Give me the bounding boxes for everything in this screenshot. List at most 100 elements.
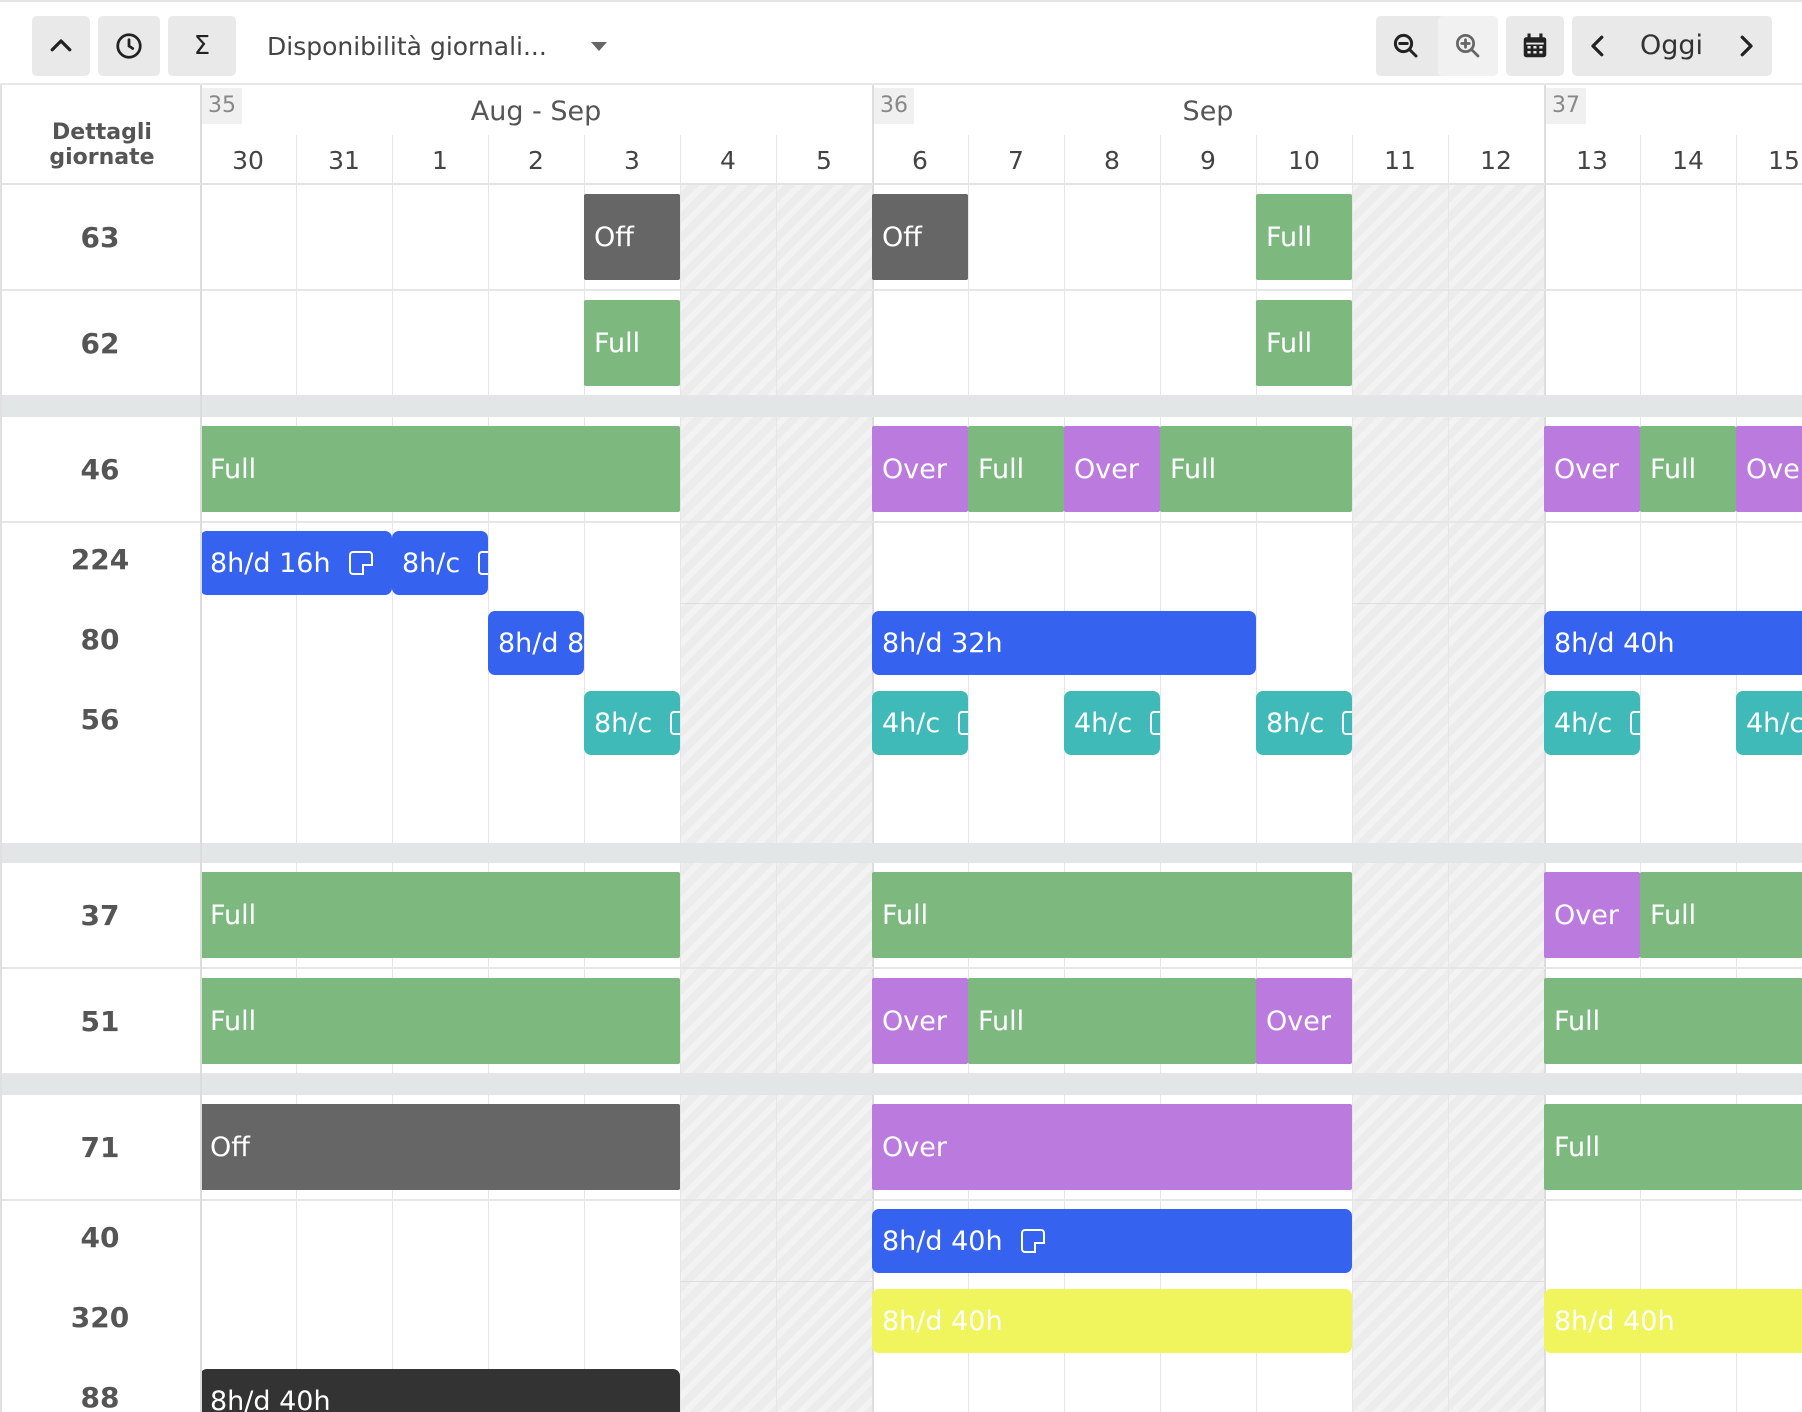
note-icon [1630,711,1640,735]
availability-bar[interactable]: Off [200,1104,680,1190]
toolbar: Σ Disponibilità giornali... Oggi [0,0,1802,85]
day-label: 1 [432,146,448,175]
history-button[interactable] [98,16,160,76]
day-label: 15 [1768,146,1800,175]
bar-label: Full [1650,899,1697,931]
task-bar[interactable]: 8h/c [584,691,680,755]
row-label: 224 [70,543,130,576]
bar-label: Full [1266,327,1313,359]
row-label: 46 [80,453,120,486]
group-separator [0,1075,1802,1095]
day-label: 12 [1480,146,1512,175]
row-label: 62 [80,327,120,360]
availability-bar[interactable]: Full [968,978,1256,1064]
task-bar[interactable]: 4h/c [1544,691,1640,755]
day-label: 7 [1008,146,1024,175]
day-label: 8 [1104,146,1120,175]
task-bar[interactable]: 8h/d 40h [1544,611,1802,675]
bar-label: 4h/c [882,707,941,739]
availability-bar[interactable]: Over [1544,426,1640,512]
availability-bar[interactable]: Over [872,426,968,512]
bar-label: 4h/c [1746,707,1802,739]
zoom-out-button[interactable] [1376,16,1436,76]
day-gridline [488,135,489,1412]
task-bar[interactable]: 8h/d 40h [872,1289,1352,1353]
availability-bar[interactable]: Full [1544,1104,1802,1190]
prev-button[interactable] [1572,16,1624,76]
day-gridline [1640,135,1641,1412]
availability-bar[interactable]: Full [1544,978,1802,1064]
availability-bar[interactable]: Full [584,300,680,386]
bar-label: 4h/c [1554,707,1613,739]
task-bar[interactable]: 8h/d 40h [872,1209,1352,1273]
day-gridline [776,135,777,1412]
day-label: 30 [232,146,264,175]
bar-label: Full [210,453,257,485]
weekend-column [1352,185,1448,1412]
availability-bar[interactable]: Full [200,426,680,512]
bar-label: Full [1170,453,1217,485]
weekend-lane-divider [1352,603,1448,604]
task-bar[interactable]: 8h/c [392,531,488,595]
availability-bar[interactable]: Full [1640,872,1802,958]
bar-label: 8h/d 40h [1554,1305,1675,1337]
note-icon [1150,711,1160,735]
zoom-in-button[interactable] [1438,16,1498,76]
task-bar[interactable]: 8h/d 40h [200,1369,680,1412]
availability-bar[interactable]: Over [872,1104,1352,1190]
availability-bar[interactable]: Off [872,194,968,280]
task-bar[interactable]: 8h/d 32h [872,611,1256,675]
view-select[interactable]: Disponibilità giornali... [255,16,615,76]
today-button[interactable]: Oggi [1640,16,1703,76]
zoom-in-icon [1456,34,1480,58]
bar-label: 8h/c [402,547,461,579]
weekend-lane-divider [680,1281,776,1282]
availability-bar[interactable]: Full [872,872,1352,958]
availability-bar[interactable]: Full [968,426,1064,512]
day-label: 6 [912,146,928,175]
availability-bar[interactable]: Over [1736,426,1802,512]
task-bar[interactable]: 8h/d 40h [1544,1289,1802,1353]
availability-bar[interactable]: Full [1640,426,1736,512]
note-icon [348,551,373,575]
availability-bar[interactable]: Full [200,978,680,1064]
weekend-lane-divider [680,603,776,604]
next-button[interactable] [1720,16,1772,76]
availability-bar[interactable]: Full [1256,194,1352,280]
row-divider [0,967,1802,969]
bar-label: Full [882,899,929,931]
task-bar[interactable]: 4h/c [1064,691,1160,755]
availability-bar[interactable]: Full [1160,426,1352,512]
task-bar[interactable]: 8h/d 8h [488,611,584,675]
availability-bar[interactable]: Over [1544,872,1640,958]
weekend-column [776,185,872,1412]
day-label: 4 [720,146,736,175]
week-number: 35 [202,88,242,124]
availability-bar[interactable]: Over [1064,426,1160,512]
bar-label: Over [1266,1005,1331,1037]
row-label: 88 [80,1381,120,1412]
availability-bar[interactable]: Off [584,194,680,280]
row-label: 37 [80,899,120,932]
row-label: 320 [70,1301,130,1334]
availability-bar[interactable]: Full [1256,300,1352,386]
task-bar[interactable]: 4h/c [872,691,968,755]
calendar-button[interactable] [1506,16,1564,76]
label-column-border [200,85,202,1412]
weekend-column [1448,185,1544,1412]
task-bar[interactable]: 4h/c [1736,691,1802,755]
availability-bar[interactable]: Over [1256,978,1352,1064]
task-bar[interactable]: 8h/d 16h [200,531,392,595]
task-bar[interactable]: 8h/c [1256,691,1352,755]
bar-label: Off [882,221,922,253]
row-divider [0,521,1802,523]
day-label: 10 [1288,146,1320,175]
availability-bar[interactable]: Over [872,978,968,1064]
weekend-lane-divider [1448,1281,1544,1282]
totals-button[interactable]: Σ [168,16,236,76]
weekend-lane-divider [1352,1281,1448,1282]
row-label: 63 [80,221,120,254]
availability-bar[interactable]: Full [200,872,680,958]
sigma-icon: Σ [193,31,211,61]
collapse-button[interactable] [32,16,90,76]
